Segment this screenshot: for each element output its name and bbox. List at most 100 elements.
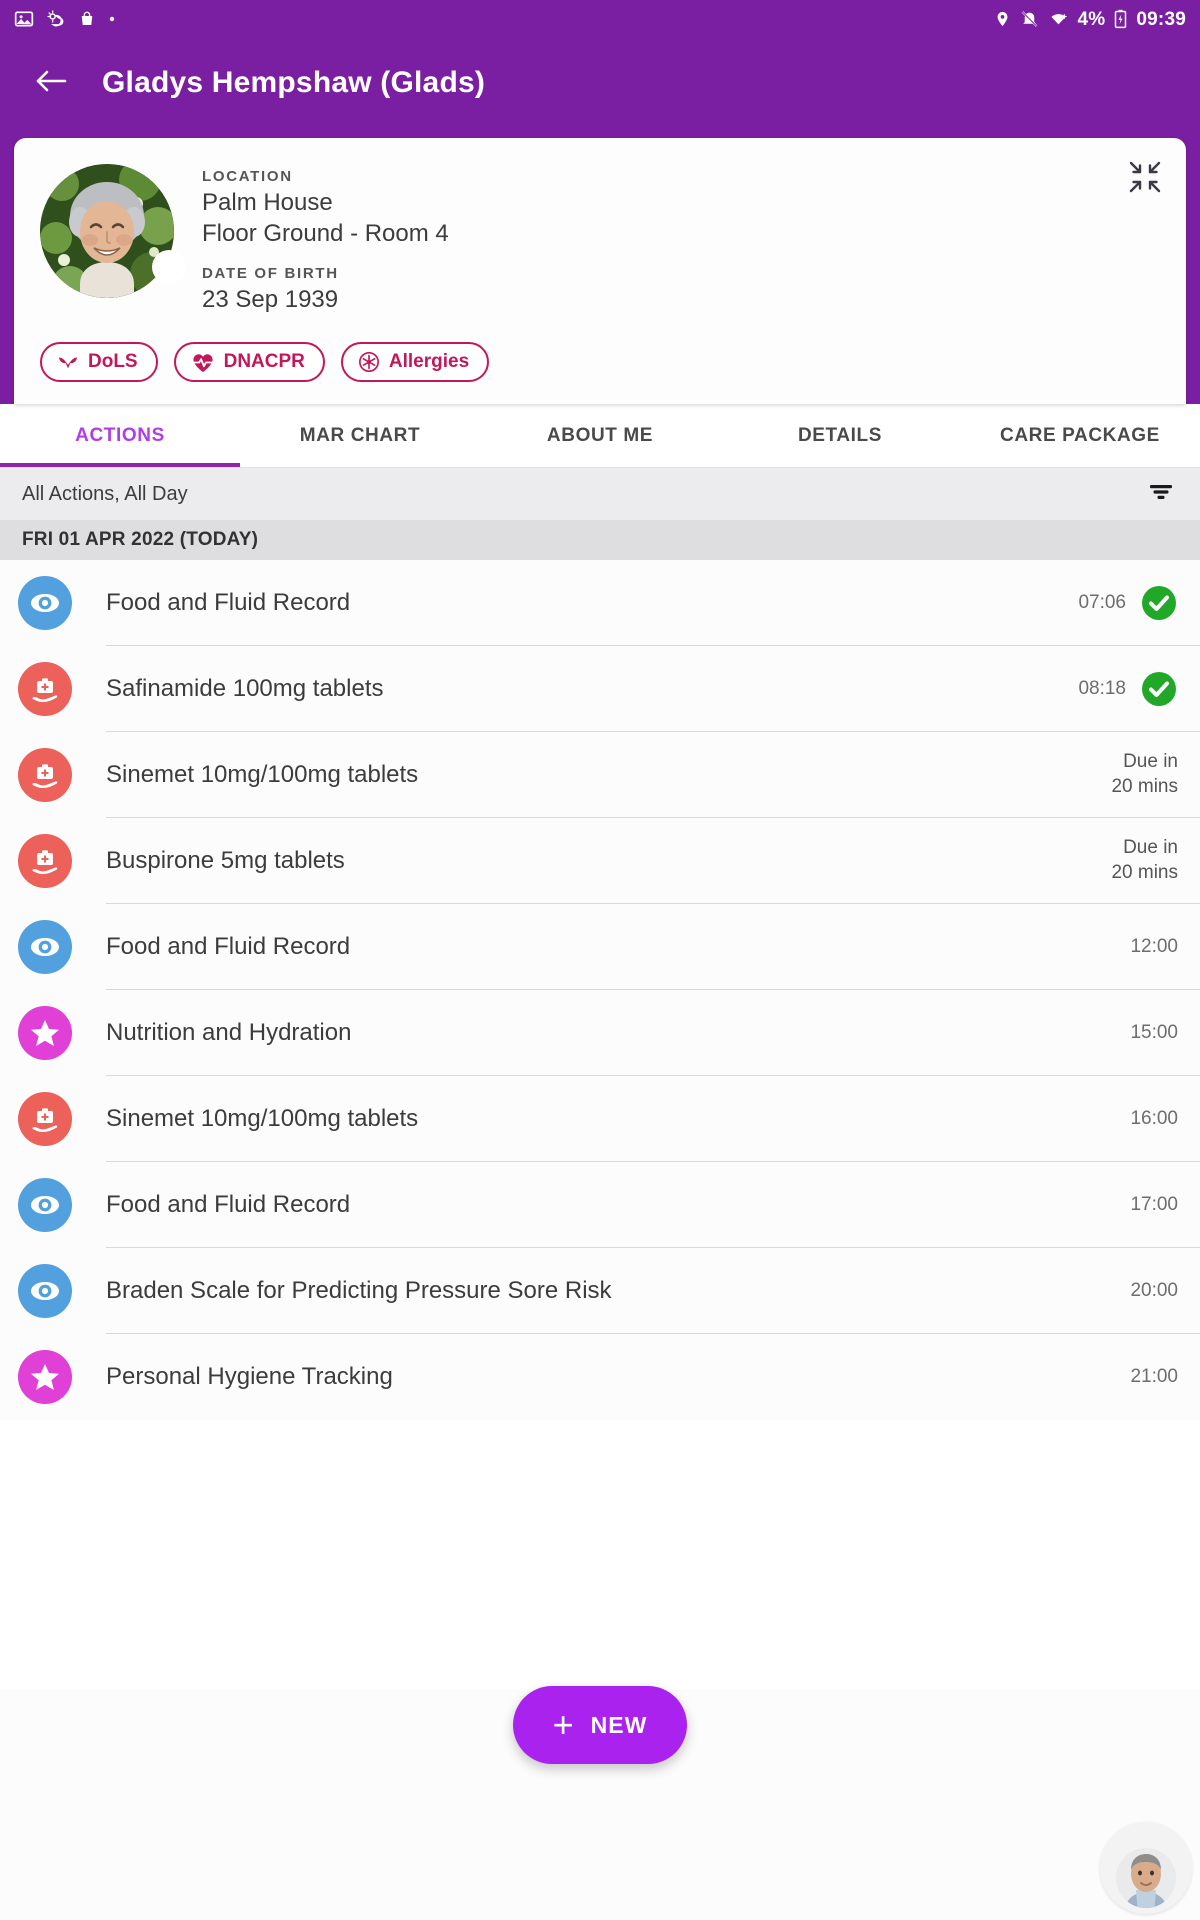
list-item[interactable]: Food and Fluid Record 12:00: [0, 904, 1200, 991]
list-item-time: 20:00: [1130, 1279, 1178, 1301]
new-action-button[interactable]: + NEW: [512, 1686, 688, 1764]
actions-list: Food and Fluid Record 07:06 Safinamide 1…: [0, 560, 1200, 1421]
patient-photo: [40, 164, 174, 298]
battery-charging-icon: [1114, 9, 1127, 29]
status-badge-allergies[interactable]: Allergies: [340, 342, 490, 383]
status-badge-allergies-label: Allergies: [388, 351, 470, 373]
list-item-time: Due in 20 mins: [1111, 837, 1178, 884]
patient-card-wrapper: LOCATION Palm House Floor Ground - Room …: [0, 128, 1200, 405]
list-item-time: 17:00: [1130, 1193, 1178, 1215]
list-item-title: Nutrition and Hydration: [106, 1019, 352, 1047]
list-item-time: 15:00: [1130, 1021, 1178, 1043]
filter-icon: [1147, 480, 1175, 509]
filter-bar: All Actions, All Day: [0, 468, 1200, 521]
heart-pulse-icon: [191, 352, 215, 373]
app-bar: Gladys Hempshaw (Glads): [0, 38, 1200, 128]
weather-icon: [46, 9, 66, 29]
list-item-status: 16:00: [1130, 1107, 1178, 1132]
user-avatar[interactable]: [1100, 1822, 1192, 1914]
status-badge-dnacpr-label: DNACPR: [223, 351, 305, 373]
list-item[interactable]: Safinamide 100mg tablets 08:18: [0, 646, 1200, 733]
status-bar-right-icons: 4% 09:39: [994, 9, 1186, 29]
list-item-title: Food and Fluid Record: [106, 933, 351, 961]
tab-care-package-label: CARE PACKAGE: [1000, 424, 1160, 446]
complete-check-icon: [1140, 670, 1178, 708]
tab-mar-chart[interactable]: MAR CHART: [240, 404, 480, 467]
star-icon: [18, 1006, 72, 1061]
list-item-title: Sinemet 10mg/100mg tablets: [106, 1105, 419, 1133]
patient-info: LOCATION Palm House Floor Ground - Room …: [202, 164, 449, 316]
list-item[interactable]: Food and Fluid Record 07:06: [0, 560, 1200, 647]
filter-summary-label: All Actions, All Day: [22, 482, 188, 505]
list-item-status: 08:18: [1078, 670, 1178, 708]
eye-icon: [18, 576, 72, 631]
list-item-title: Food and Fluid Record: [106, 589, 351, 617]
location-pin-icon: [994, 9, 1011, 29]
avatar-status-notch: [152, 250, 186, 284]
list-item-title: Sinemet 10mg/100mg tablets: [106, 761, 419, 789]
new-action-label: NEW: [590, 1711, 648, 1738]
location-line-2: Floor Ground - Room 4: [202, 219, 449, 247]
list-item-status: Due in 20 mins: [1111, 750, 1178, 799]
avatar[interactable]: [40, 164, 190, 298]
eye-icon: [18, 920, 72, 975]
tab-actions-label: ACTIONS: [75, 424, 165, 446]
list-item[interactable]: Sinemet 10mg/100mg tablets 16:00: [0, 1076, 1200, 1163]
tab-details[interactable]: DETAILS: [720, 404, 960, 467]
status-badge-dols-label: DoLS: [88, 351, 138, 373]
list-item-status: 21:00: [1130, 1365, 1178, 1390]
list-item-status: 17:00: [1130, 1193, 1178, 1218]
dob-label: DATE OF BIRTH: [202, 265, 339, 283]
plus-icon: +: [552, 1704, 575, 1745]
list-item[interactable]: Personal Hygiene Tracking 21:00: [0, 1334, 1200, 1420]
list-item-time: 08:18: [1078, 677, 1126, 699]
allergy-asterisk-icon: [358, 351, 380, 373]
page-title: Gladys Hempshaw (Glads): [102, 66, 486, 99]
list-item-time: 21:00: [1130, 1365, 1178, 1387]
list-item[interactable]: Nutrition and Hydration 15:00: [0, 990, 1200, 1077]
filter-button[interactable]: [1144, 477, 1178, 511]
star-icon: [18, 1350, 72, 1405]
list-item-title: Braden Scale for Predicting Pressure Sor…: [106, 1277, 612, 1305]
notifications-muted-icon: [1020, 9, 1039, 29]
patient-card: LOCATION Palm House Floor Ground - Room …: [14, 138, 1186, 405]
medication-icon: [18, 748, 72, 803]
tab-actions[interactable]: ACTIONS: [0, 404, 240, 468]
eye-icon: [18, 1178, 72, 1233]
list-item[interactable]: Braden Scale for Predicting Pressure Sor…: [0, 1248, 1200, 1335]
wifi-icon: [1048, 9, 1069, 29]
status-bar-left-icons: [14, 9, 116, 29]
collapse-arrows-icon: [1128, 161, 1162, 198]
list-item-title: Food and Fluid Record: [106, 1191, 351, 1219]
tab-about-me[interactable]: ABOUT ME: [480, 404, 720, 467]
dob-value: 23 Sep 1939: [202, 286, 339, 314]
status-badge-dnacpr[interactable]: DNACPR: [173, 342, 325, 383]
collapse-card-button[interactable]: [1128, 160, 1162, 194]
image-icon: [14, 9, 34, 29]
list-item-status: Due in 20 mins: [1111, 836, 1178, 885]
medication-icon: [18, 834, 72, 889]
location-line-1: Palm House: [202, 189, 333, 216]
tab-care-package[interactable]: CARE PACKAGE: [960, 404, 1200, 467]
list-item-title: Buspirone 5mg tablets: [106, 847, 345, 875]
medication-icon: [18, 1092, 72, 1147]
list-item-time: 07:06: [1078, 591, 1126, 613]
list-item-time: 12:00: [1130, 935, 1178, 957]
list-item-status: 15:00: [1130, 1021, 1178, 1046]
eye-icon: [18, 1264, 72, 1319]
battery-percent: 4%: [1077, 8, 1106, 30]
status-badge-dols[interactable]: DoLS: [40, 342, 158, 383]
caring-hands-icon: [57, 352, 79, 372]
list-item-time: Due in 20 mins: [1111, 751, 1178, 798]
bottom-bar: + NEW: [0, 1686, 1200, 1920]
list-item[interactable]: Buspirone 5mg tablets Due in 20 mins: [0, 818, 1200, 905]
list-item-time: 16:00: [1130, 1107, 1178, 1129]
medication-icon: [18, 662, 72, 717]
list-item-status: 20:00: [1130, 1279, 1178, 1304]
list-item[interactable]: Sinemet 10mg/100mg tablets Due in 20 min…: [0, 732, 1200, 819]
back-button[interactable]: [28, 59, 76, 107]
list-item[interactable]: Food and Fluid Record 17:00: [0, 1162, 1200, 1249]
shopping-bag-icon: [78, 9, 96, 29]
list-item-status: 12:00: [1130, 935, 1178, 960]
status-bar: 4% 09:39: [0, 0, 1200, 38]
